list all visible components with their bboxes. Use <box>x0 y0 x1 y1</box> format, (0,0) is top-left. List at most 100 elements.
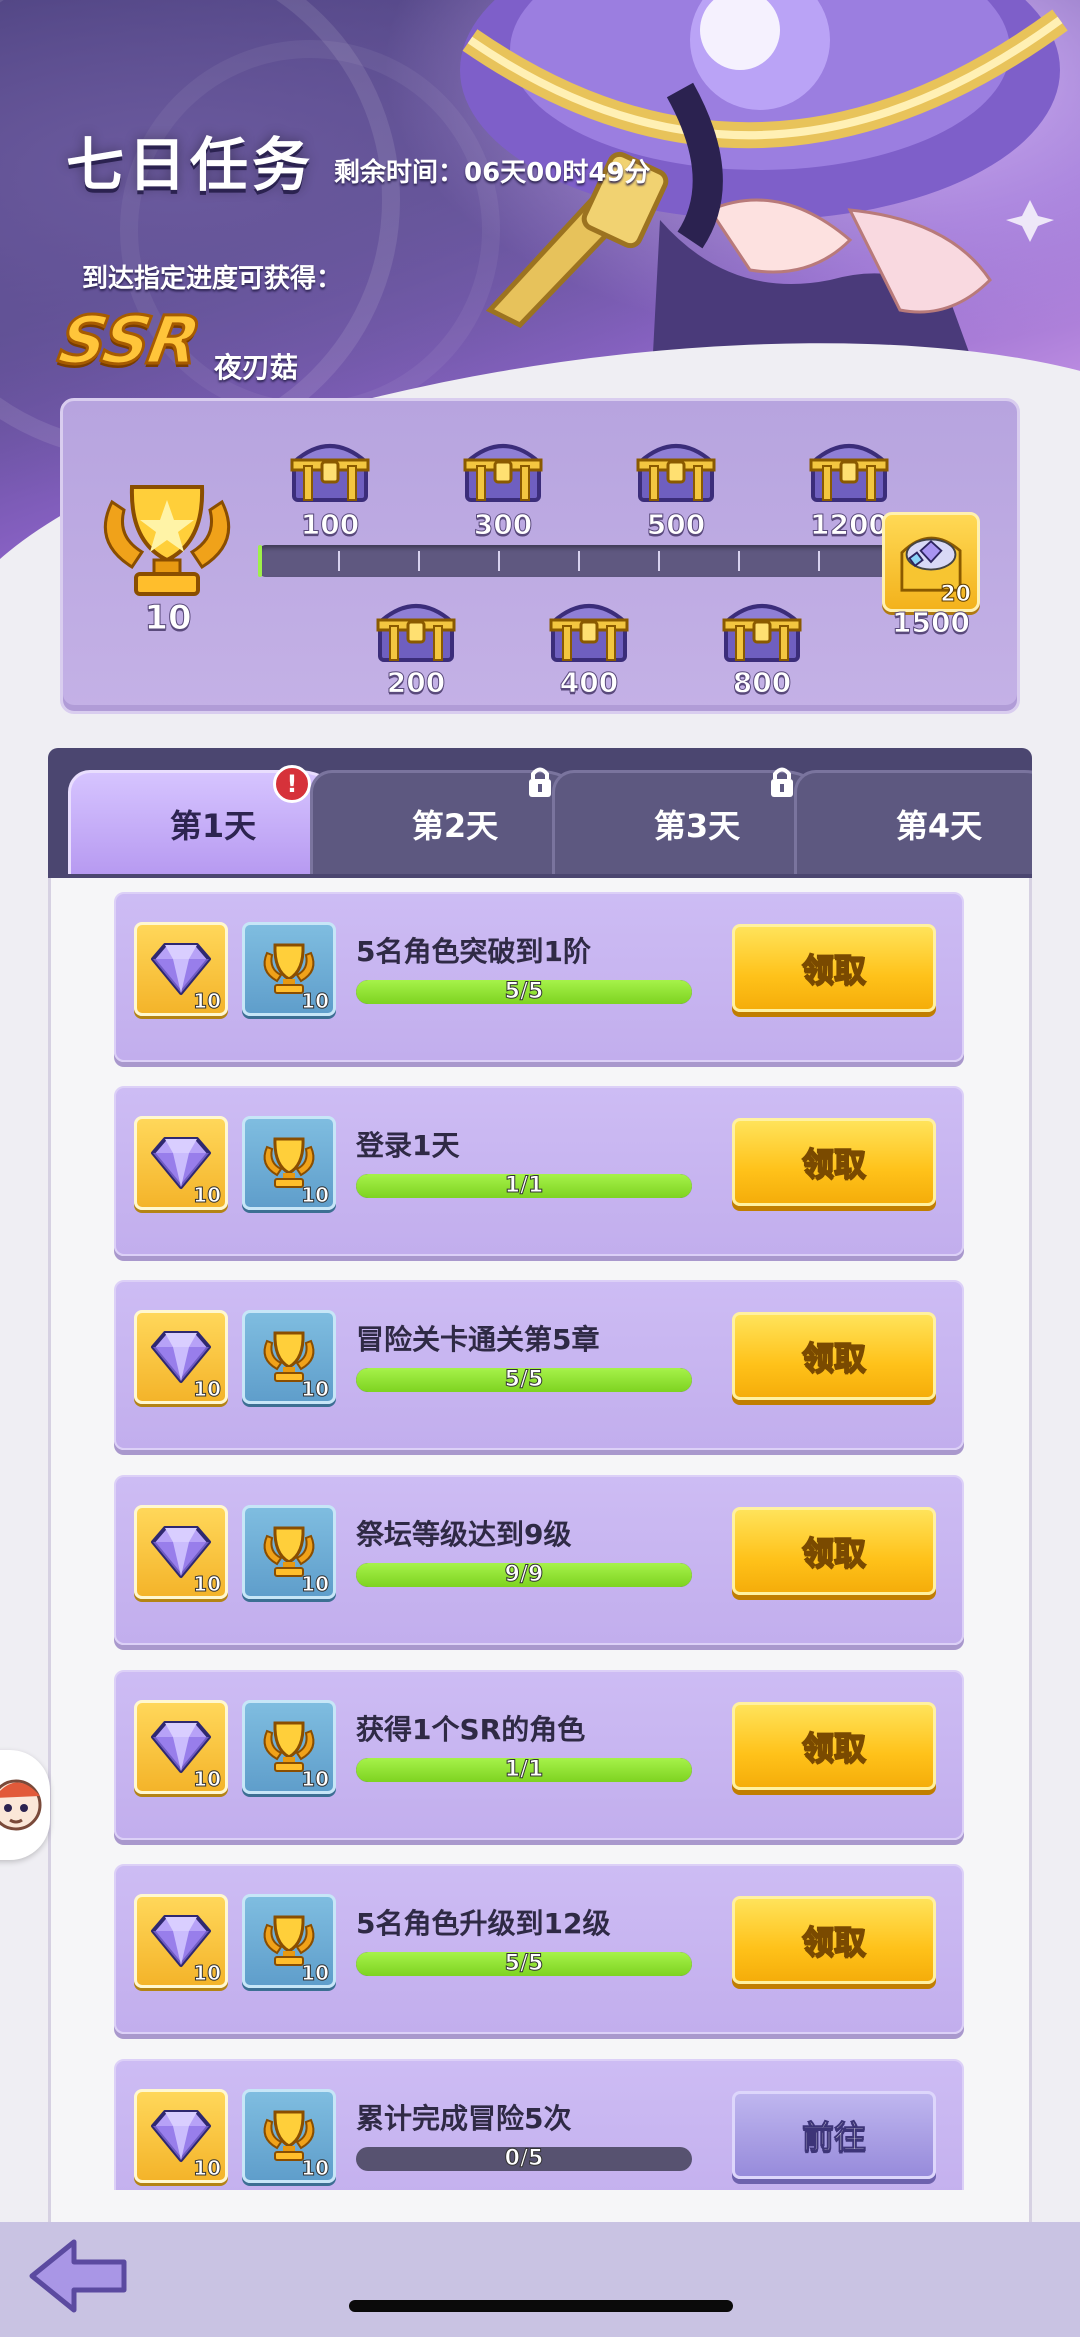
track-tick <box>498 551 500 571</box>
back-arrow-icon[interactable] <box>24 2234 134 2318</box>
task-progress-bar: 1/1 <box>356 1758 692 1782</box>
purple-gem-icon <box>149 1325 213 1385</box>
lock-icon <box>529 767 551 797</box>
claim-button[interactable]: 领取 <box>732 1507 936 1595</box>
trophy-reward[interactable]: 10 <box>242 1310 336 1404</box>
claim-button[interactable]: 领取 <box>732 1702 936 1790</box>
trophy-reward-count: 10 <box>301 1961 330 1986</box>
claim-button[interactable]: 领取 <box>732 1312 936 1400</box>
task-title: 5名角色突破到1阶 <box>356 935 591 968</box>
tab-label: 第1天 <box>169 806 257 845</box>
task-progress-bar: 5/5 <box>356 1368 692 1392</box>
task-progress-bar: 0/5 <box>356 2147 692 2171</box>
task-title: 登录1天 <box>356 1129 460 1162</box>
trophy-reward[interactable]: 10 <box>242 1116 336 1210</box>
trophy-reward[interactable]: 10 <box>242 2089 336 2183</box>
task-progress-text: 0/5 <box>504 2147 544 2171</box>
task-card: 10 10 登录1天 1/1 领取 <box>114 1086 964 1256</box>
chest-milestone-label: 400 <box>559 666 619 700</box>
track-tick <box>818 551 820 571</box>
gem-reward-count: 10 <box>193 1572 222 1597</box>
task-progress-bar: 5/5 <box>356 1952 692 1976</box>
task-progress-text: 1/1 <box>504 1758 544 1782</box>
treasure-chest-icon[interactable] <box>461 434 545 504</box>
gold-trophy-icon <box>257 1520 321 1580</box>
character-illustration <box>460 0 1068 410</box>
goto-button[interactable]: 前往 <box>732 2091 936 2179</box>
task-card: 10 10 5名角色突破到1阶 5/5 领取 <box>114 892 964 1062</box>
day-tabs: 第1天 ! 第2天 第3天 第4天 <box>48 748 1032 878</box>
ssr-character-name: 夜刃菇 <box>214 351 299 384</box>
gem-reward-count: 10 <box>193 1377 222 1402</box>
chest-milestone-label: 100 <box>300 508 360 542</box>
purple-gem-icon <box>149 1520 213 1580</box>
reward-hint: 到达指定进度可获得： <box>82 264 343 294</box>
claim-button[interactable]: 领取 <box>732 1896 936 1984</box>
trophy-reward[interactable]: 10 <box>242 1505 336 1599</box>
chest-milestone-label: 200 <box>386 666 446 700</box>
trophy-reward-count: 10 <box>301 2156 330 2181</box>
gem-reward-count: 10 <box>193 989 222 1014</box>
lock-icon <box>771 767 793 797</box>
claim-button[interactable]: 领取 <box>732 1118 936 1206</box>
claim-button[interactable]: 领取 <box>732 924 936 1012</box>
task-list[interactable]: 10 10 5名角色突破到1阶 5/5 领取 10 10 登录1天 1/1 领取 <box>48 878 1032 2190</box>
purple-gem-icon <box>149 2104 213 2164</box>
task-progress-text: 5/5 <box>504 1952 544 1976</box>
gold-trophy-icon <box>257 1909 321 1969</box>
treasure-chest-icon[interactable] <box>634 434 718 504</box>
task-progress-text: 5/5 <box>504 1368 544 1392</box>
chest-milestone-label: 800 <box>732 666 792 700</box>
task-card: 10 10 冒险关卡通关第5章 5/5 领取 <box>114 1280 964 1450</box>
gold-trophy-icon <box>257 1131 321 1191</box>
gem-reward[interactable]: 10 <box>134 2089 228 2183</box>
gem-reward[interactable]: 10 <box>134 1310 228 1404</box>
treasure-chest-icon[interactable] <box>374 594 458 664</box>
task-card: 10 10 累计完成冒险5次 0/5 前往 <box>114 2059 964 2190</box>
treasure-chest-icon[interactable] <box>288 434 372 504</box>
trophy-reward[interactable]: 10 <box>242 922 336 1016</box>
gem-reward-count: 10 <box>193 1961 222 1986</box>
task-progress-text: 5/5 <box>504 980 544 1004</box>
task-progress-bar: 5/5 <box>356 980 692 1004</box>
chest-milestone-label: 300 <box>473 508 533 542</box>
trophy-reward[interactable]: 10 <box>242 1894 336 1988</box>
purple-gem-icon <box>149 1131 213 1191</box>
gem-reward-count: 10 <box>193 1767 222 1792</box>
treasure-chest-icon[interactable] <box>807 434 891 504</box>
page-title: 七日任务 <box>66 131 315 199</box>
trophy-reward[interactable]: 10 <box>242 1700 336 1794</box>
current-points: 10 <box>144 598 192 639</box>
gem-reward-count: 10 <box>193 1183 222 1208</box>
final-reward-box[interactable]: 20 <box>882 512 980 612</box>
purple-gem-icon <box>149 937 213 997</box>
purple-gem-icon <box>149 1715 213 1775</box>
home-indicator <box>349 2300 733 2312</box>
footer-bar <box>0 2222 1080 2337</box>
character-face-icon <box>0 1779 42 1831</box>
task-title: 祭坛等级达到9级 <box>356 1518 572 1551</box>
gold-trophy-icon <box>257 937 321 997</box>
gem-reward-count: 10 <box>193 2156 222 2181</box>
tab-label: 第2天 <box>411 806 499 845</box>
gem-reward[interactable]: 10 <box>134 1116 228 1210</box>
track-tick <box>418 551 420 571</box>
tab-day-4[interactable]: 第4天 <box>794 770 1032 874</box>
tab-label: 第4天 <box>895 806 983 845</box>
gold-trophy-icon <box>257 2104 321 2164</box>
task-progress-text: 1/1 <box>504 1174 544 1198</box>
treasure-chest-icon[interactable] <box>547 594 631 664</box>
track-tick <box>738 551 740 571</box>
gem-reward[interactable]: 10 <box>134 1700 228 1794</box>
gem-reward[interactable]: 10 <box>134 922 228 1016</box>
treasure-chest-icon[interactable] <box>720 594 804 664</box>
gem-reward[interactable]: 10 <box>134 1894 228 1988</box>
floating-assistant-avatar[interactable] <box>0 1750 50 1860</box>
trophy-reward-count: 10 <box>301 989 330 1014</box>
task-title: 冒险关卡通关第5章 <box>356 1323 600 1356</box>
task-title: 获得1个SR的角色 <box>356 1713 586 1746</box>
task-card: 10 10 获得1个SR的角色 1/1 领取 <box>114 1670 964 1840</box>
gem-reward[interactable]: 10 <box>134 1505 228 1599</box>
chest-milestone-label: 500 <box>646 508 706 542</box>
final-reward-count: 20 <box>940 582 972 608</box>
